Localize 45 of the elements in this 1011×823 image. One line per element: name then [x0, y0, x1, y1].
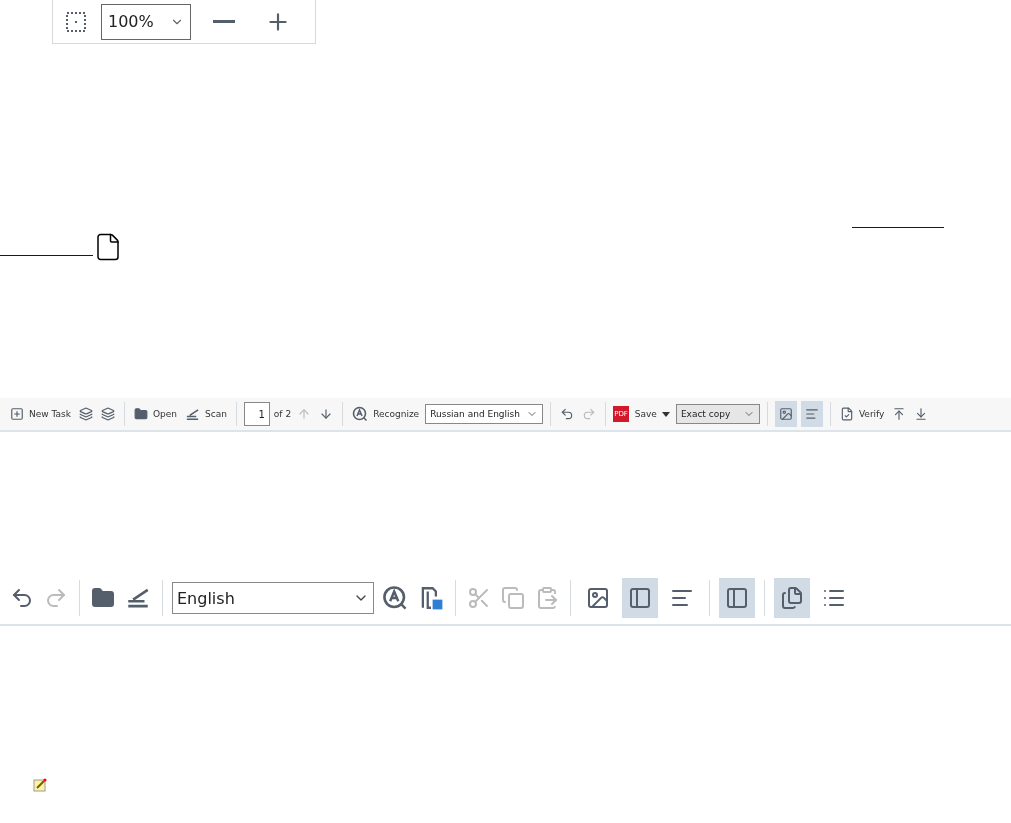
view-toggle[interactable]	[622, 578, 658, 618]
recognize-icon	[352, 406, 369, 422]
panel-icon	[725, 586, 749, 610]
text-view-icon	[804, 407, 819, 421]
arrow-down-icon	[914, 407, 929, 421]
scissors-icon	[467, 586, 491, 610]
language-dropdown[interactable]: Russian and English	[425, 404, 544, 424]
view-toggle[interactable]	[774, 401, 797, 427]
page-view-toggle[interactable]	[774, 578, 810, 618]
recognize-icon	[382, 585, 408, 611]
view-toggle[interactable]	[800, 401, 823, 427]
open-button[interactable]: Open	[131, 402, 179, 426]
copy-icon	[501, 586, 525, 610]
undo-icon	[10, 586, 34, 610]
pages-icon	[780, 586, 804, 610]
redo-icon	[44, 586, 68, 610]
folder-icon	[133, 407, 148, 421]
minus-icon	[213, 20, 235, 23]
file-check-icon	[839, 407, 854, 421]
split-view-icon	[628, 586, 652, 610]
plus-square-icon	[10, 407, 24, 421]
page-count: of 2	[273, 409, 292, 419]
save-button[interactable]: Save	[632, 402, 672, 426]
selection-icon[interactable]	[65, 10, 87, 33]
page-number-field[interactable]: 1	[243, 402, 270, 426]
paste-icon	[535, 586, 559, 610]
verify-button[interactable]: Verify	[837, 402, 887, 426]
save-mode-dropdown[interactable]: Exact copy	[675, 404, 760, 424]
image-view-icon	[586, 586, 610, 610]
new-task-button[interactable]: New Task	[8, 402, 73, 426]
caret-icon	[661, 411, 670, 417]
scan-button[interactable]: Scan	[182, 402, 229, 426]
folder-icon	[91, 586, 115, 610]
zoom-dropdown[interactable]: 100%	[101, 3, 191, 40]
language-dropdown[interactable]: English	[172, 582, 374, 614]
undo-icon	[560, 407, 575, 421]
scanner-icon	[184, 406, 200, 422]
layers-icon	[78, 407, 93, 421]
recognize-button[interactable]: Recognize	[350, 402, 422, 426]
arrow-up-icon	[892, 407, 907, 421]
panel-toggle[interactable]	[719, 578, 755, 618]
image-view-icon	[778, 407, 793, 421]
layers-icon	[100, 407, 115, 421]
redo-icon	[582, 407, 597, 421]
edit-note-icon	[33, 778, 47, 792]
